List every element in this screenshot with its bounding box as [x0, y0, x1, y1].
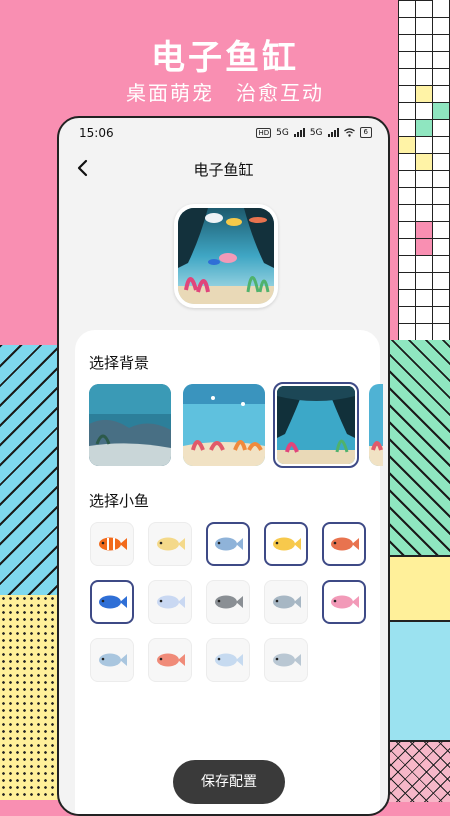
decorative-block-pink [385, 740, 450, 802]
aquarium-preview-image [178, 208, 274, 304]
fish-icon [99, 537, 127, 551]
network-5g-label: 5G [276, 127, 289, 138]
fish-option-salmon-fish[interactable] [148, 638, 192, 682]
hero-subtitle-1: 桌面萌宠 [126, 81, 214, 105]
page-title: 电子鱼缸 [193, 161, 254, 179]
fish-icon [273, 653, 301, 667]
decorative-block-blue [385, 620, 450, 742]
status-icons: HD 5G 5G 6 [256, 127, 372, 138]
fish-icon [99, 595, 127, 609]
fish-icon [157, 653, 185, 667]
status-time: 15:06 [79, 126, 114, 140]
fish-icon [331, 537, 359, 551]
config-panel: 选择背景 选择小鱼 [75, 330, 383, 814]
fish-icon [215, 653, 243, 667]
fish-option-striped-angelfish[interactable] [264, 638, 308, 682]
fish-option-dotted-fish[interactable] [206, 638, 250, 682]
fish-option-grey-fish[interactable] [206, 580, 250, 624]
fish-icon [157, 537, 185, 551]
hero-subtitle: 桌面萌宠 治愈互动 [0, 77, 450, 106]
decorative-block-yellow [385, 555, 450, 622]
fish-icon [157, 595, 185, 609]
section-title-fish: 选择小鱼 [89, 492, 150, 510]
signal-icon [293, 128, 305, 137]
fish-option-yellow-fish[interactable] [264, 522, 308, 566]
background-option[interactable] [183, 384, 265, 466]
fish-option-pink-fish[interactable] [322, 580, 366, 624]
hero-subtitle-2: 治愈互动 [236, 81, 324, 105]
decorative-stripes-right [385, 340, 450, 555]
section-title-background: 选择背景 [89, 354, 150, 372]
signal-icon-2 [327, 128, 339, 137]
fish-option-blue-tang-striped[interactable] [206, 522, 250, 566]
fish-option-blue-fish[interactable] [90, 580, 134, 624]
battery-icon: 6 [359, 127, 372, 138]
fish-icon [99, 653, 127, 667]
fish-option-angelfish[interactable] [148, 580, 192, 624]
aquarium-preview [174, 204, 278, 308]
fish-icon [273, 595, 301, 609]
fish-option-butterflyfish[interactable] [148, 522, 192, 566]
hd-icon: HD [256, 127, 272, 138]
fish-option-red-long-fish[interactable] [322, 522, 366, 566]
wifi-icon [343, 128, 355, 137]
hero-title: 电子鱼缸 [151, 38, 299, 78]
status-bar: 15:06 HD 5G 5G 6 [75, 126, 372, 142]
background-option-selected[interactable] [273, 382, 359, 468]
fish-icon [273, 537, 301, 551]
background-option[interactable] [369, 384, 383, 466]
phone-frame: 15:06 HD 5G 5G 6 电子鱼缸 选择背景 选择小鱼 [57, 116, 390, 816]
fish-icon [215, 595, 243, 609]
fish-icon [215, 537, 243, 551]
background-option[interactable] [89, 384, 171, 466]
fish-icon [331, 595, 359, 609]
fish-option-silver-fish[interactable] [264, 580, 308, 624]
save-config-button[interactable]: 保存配置 [173, 760, 285, 804]
network-5g-label-2: 5G [309, 127, 323, 138]
fish-option-pale-blue-fish[interactable] [90, 638, 134, 682]
fish-option-clownfish[interactable] [90, 522, 134, 566]
